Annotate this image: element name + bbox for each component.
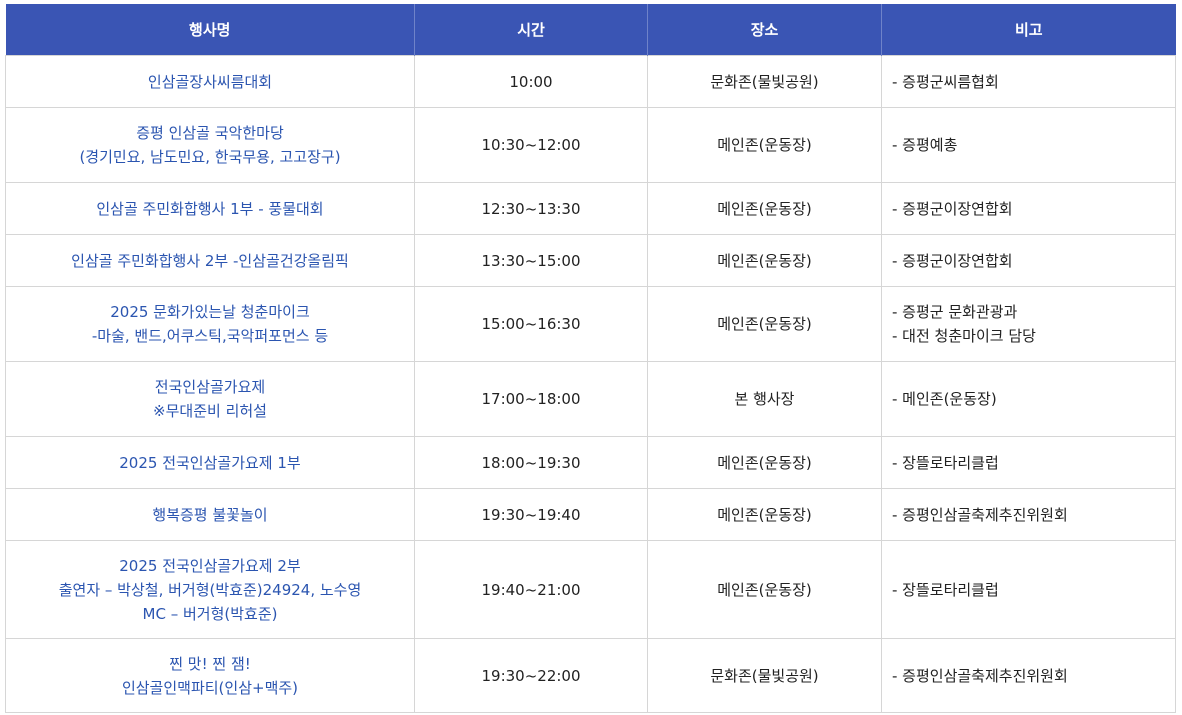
table-row: 찐 맛! 찐 잼! 인삼골인맥파티(인삼+맥주) 19:30~22:00 문화존(물빛… (5, 638, 1176, 713)
event-name-line: 인삼골장사씨름대회 (147, 72, 273, 91)
note-line: - 증평예총 (892, 136, 958, 154)
table-row: 2025 전국인삼골가요제 2부출연자 – 박상철, 버거형(박효준)24924… (5, 540, 1176, 639)
place-cell: 문화존(물빛공원) (647, 638, 882, 713)
table-row: 인삼골 주민화합행사 2부 -인삼골건강올림픽 13:30~15:00 메인존(운동… (5, 234, 1176, 287)
event-name-line: 2025 문화가있는날 청춘마이크 (110, 303, 310, 321)
note-line: - 증평인삼골축제추진위원회 (892, 666, 1068, 685)
time-cell: 19:40~21:00 (414, 540, 648, 639)
event-name-line: MC – 버거형(박효준) (142, 604, 278, 623)
note-line: - 증평군이장연합회 (892, 251, 1013, 270)
time-cell: 19:30~22:00 (414, 638, 648, 713)
note-cell: - 증평인삼골축제추진위원회 (881, 638, 1176, 713)
note-cell: - 장뜰로타리클럽 (881, 540, 1176, 639)
place-cell: 문화존(물빛공원) (647, 55, 882, 108)
event-name-line: 전국인삼골가요제 (154, 378, 266, 396)
event-cell: 2025 전국인삼골가요제 2부출연자 – 박상철, 버거형(박효준)24924… (5, 540, 415, 639)
header-note: 비고 (881, 4, 1176, 56)
note-line: - 증평군이장연합회 (892, 199, 1013, 218)
event-name-line: (경기민요, 남도민요, 한국무용, 고고장구) (79, 148, 341, 166)
note-line: - 증평군 문화관광과 (892, 303, 1018, 321)
event-name-line: 인삼골 주민화합행사 2부 -인삼골건강올림픽 (71, 251, 349, 270)
note-cell: - 증평군이장연합회 (881, 234, 1176, 287)
table-header: 행사명 시간 장소 비고 (5, 4, 1176, 56)
event-name-line: 인삼골인맥파티(인삼+맥주) (121, 678, 299, 697)
time-cell: 18:00~19:30 (414, 436, 648, 489)
event-name-line: 출연자 – 박상철, 버거형(박효준)24924, 노수영 (58, 580, 362, 599)
note-cell: - 장뜰로타리클럽 (881, 436, 1176, 489)
header-time: 시간 (414, 4, 648, 56)
table-row: 전국인삼골가요제 ※무대준비 리허설 17:00~18:00 본 행사장 - 메인존(운… (5, 361, 1176, 437)
table-row: 인삼골 주민화합행사 1부 - 풍물대회 12:30~13:30 메인존(운동장) -… (5, 182, 1176, 235)
event-name-line: 행복증평 불꽃놀이 (152, 505, 268, 524)
event-cell: 인삼골 주민화합행사 2부 -인삼골건강올림픽 (5, 234, 415, 287)
event-cell: 인삼골 주민화합행사 1부 - 풍물대회 (5, 182, 415, 235)
header-event: 행사명 (5, 4, 415, 56)
table-row: 2025 전국인삼골가요제 1부 18:00~19:30 메인존(운동장) - 장뜰로… (5, 436, 1176, 489)
place-cell: 본 행사장 (647, 361, 882, 437)
event-cell: 인삼골장사씨름대회 (5, 55, 415, 108)
event-name-line: 증평 인삼골 국악한마당 (136, 124, 284, 142)
note-line: - 증평인삼골축제추진위원회 (892, 505, 1068, 524)
place-cell: 메인존(운동장) (647, 488, 882, 541)
schedule-table-container: 행사명 시간 장소 비고 인삼골장사씨름대회 10:00 문화존(물빛공원) - 증평… (5, 4, 1176, 713)
table-row: 2025 문화가있는날 청춘마이크 -마술, 밴드,어쿠스틱,국악퍼포먼스 등 15… (5, 286, 1176, 362)
table-row: 인삼골장사씨름대회 10:00 문화존(물빛공원) - 증평군씨름협회 (5, 55, 1176, 108)
table-row: 행복증평 불꽃놀이 19:30~19:40 메인존(운동장) - 증평인삼골축제추진위… (5, 488, 1176, 541)
header-place: 장소 (647, 4, 882, 56)
event-cell: 2025 전국인삼골가요제 1부 (5, 436, 415, 489)
schedule-table: 행사명 시간 장소 비고 인삼골장사씨름대회 10:00 문화존(물빛공원) - 증평… (5, 4, 1176, 713)
time-cell: 10:00 (414, 55, 648, 108)
note-cell: - 증평인삼골축제추진위원회 (881, 488, 1176, 541)
event-cell: 행복증평 불꽃놀이 (5, 488, 415, 541)
note-cell: - 메인존(운동장) (881, 361, 1176, 437)
place-cell: 메인존(운동장) (647, 107, 882, 183)
header-row: 행사명 시간 장소 비고 (5, 4, 1176, 56)
note-cell: - 증평군 문화관광과 - 대전 청춘마이크 담당 (881, 286, 1176, 362)
time-cell: 12:30~13:30 (414, 182, 648, 235)
event-cell: 증평 인삼골 국악한마당 (경기민요, 남도민요, 한국무용, 고고장구) (5, 107, 415, 183)
note-line: - 증평군씨름협회 (892, 72, 999, 91)
event-cell: 2025 문화가있는날 청춘마이크 -마술, 밴드,어쿠스틱,국악퍼포먼스 등 (5, 286, 415, 362)
time-cell: 10:30~12:00 (414, 107, 648, 183)
time-cell: 19:30~19:40 (414, 488, 648, 541)
note-cell: - 증평예총 (881, 107, 1176, 183)
place-cell: 메인존(운동장) (647, 540, 882, 639)
event-name-line: 찐 맛! 찐 잼! (169, 654, 251, 673)
note-line: - 메인존(운동장) (892, 390, 997, 408)
note-line: - 장뜰로타리클럽 (892, 453, 999, 472)
time-cell: 15:00~16:30 (414, 286, 648, 362)
time-cell: 17:00~18:00 (414, 361, 648, 437)
place-cell: 메인존(운동장) (647, 436, 882, 489)
event-name-line: 인삼골 주민화합행사 1부 - 풍물대회 (96, 199, 324, 218)
event-cell: 전국인삼골가요제 ※무대준비 리허설 (5, 361, 415, 437)
table-row: 증평 인삼골 국악한마당 (경기민요, 남도민요, 한국무용, 고고장구) 10:3… (5, 107, 1176, 183)
place-cell: 메인존(운동장) (647, 286, 882, 362)
note-line: - 장뜰로타리클럽 (892, 580, 999, 599)
event-name-line: -마술, 밴드,어쿠스틱,국악퍼포먼스 등 (91, 327, 329, 345)
table-body: 인삼골장사씨름대회 10:00 문화존(물빛공원) - 증평군씨름협회 증평 인삼골 국… (5, 55, 1176, 713)
note-cell: - 증평군이장연합회 (881, 182, 1176, 235)
note-line: - 대전 청춘마이크 담당 (892, 327, 1036, 345)
event-name-line: 2025 전국인삼골가요제 1부 (119, 453, 301, 472)
place-cell: 메인존(운동장) (647, 234, 882, 287)
event-name-line: 2025 전국인삼골가요제 2부 (119, 556, 301, 575)
event-name-line: ※무대준비 리허설 (153, 402, 267, 420)
time-cell: 13:30~15:00 (414, 234, 648, 287)
note-cell: - 증평군씨름협회 (881, 55, 1176, 108)
place-cell: 메인존(운동장) (647, 182, 882, 235)
event-cell: 찐 맛! 찐 잼! 인삼골인맥파티(인삼+맥주) (5, 638, 415, 713)
